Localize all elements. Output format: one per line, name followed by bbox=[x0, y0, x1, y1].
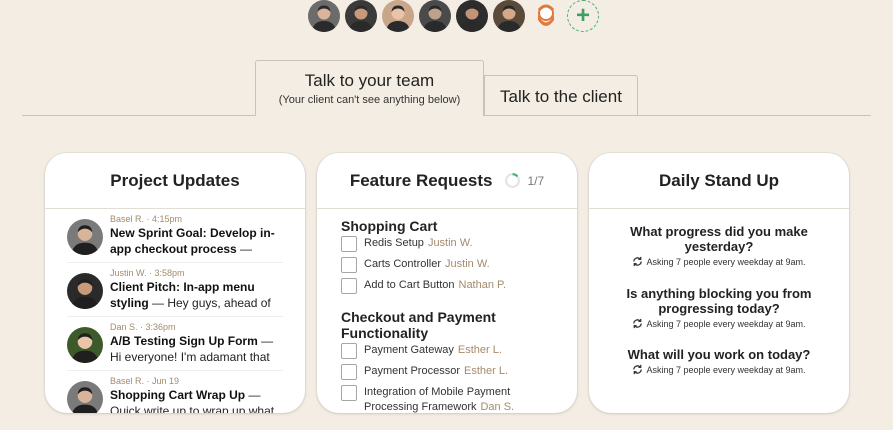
update-snippet: — bbox=[236, 242, 253, 256]
update-meta: Basel R. · Jun 19 bbox=[110, 376, 180, 386]
team-avatars: + bbox=[308, 0, 599, 32]
todo-label[interactable]: Redis Setup bbox=[364, 237, 424, 249]
daily-standup-card[interactable]: Daily Stand Up What progress did you mak… bbox=[589, 153, 849, 413]
todo-item: Carts Controller Justin W. bbox=[341, 257, 567, 273]
list-item[interactable]: Dan S. · 3:36pm A/B Testing Sign Up Form… bbox=[67, 317, 283, 371]
checkin-question[interactable]: What progress did you make yesterday? As… bbox=[599, 224, 839, 267]
card-title: Feature Requests bbox=[349, 170, 493, 190]
checkbox[interactable] bbox=[341, 364, 357, 380]
checkbox[interactable] bbox=[341, 278, 357, 294]
repeat-icon bbox=[633, 256, 643, 267]
checkbox[interactable] bbox=[341, 385, 357, 401]
todo-label[interactable]: Payment Processor bbox=[364, 365, 460, 377]
avatar bbox=[67, 327, 103, 363]
schedule-text: Asking 7 people every weekday at 9am. bbox=[646, 364, 806, 375]
checkin-question[interactable]: Is anything blocking you from progressin… bbox=[599, 286, 839, 329]
checkbox[interactable] bbox=[341, 257, 357, 273]
avatar[interactable] bbox=[493, 0, 525, 32]
question-schedule: Asking 7 people every weekday at 9am. bbox=[599, 318, 839, 329]
list-item[interactable]: Basel R. · 4:15pm New Sprint Goal: Devel… bbox=[67, 209, 283, 263]
question-schedule: Asking 7 people every weekday at 9am. bbox=[599, 364, 839, 375]
avatar[interactable] bbox=[345, 0, 377, 32]
todo-item: Payment Processor Esther L. bbox=[341, 364, 567, 380]
question-title: What will you work on today? bbox=[627, 347, 811, 362]
card-header: Feature Requests 1/7 bbox=[317, 153, 577, 209]
todo-label[interactable]: Payment Gateway bbox=[364, 344, 454, 356]
avatar bbox=[67, 381, 103, 413]
assignee[interactable]: Esther L. bbox=[458, 344, 502, 356]
todo-label[interactable]: Add to Cart Button bbox=[364, 279, 455, 291]
update-meta: Basel R. · 4:15pm bbox=[110, 214, 183, 224]
group-title: Checkout and Payment Functionality bbox=[341, 309, 496, 341]
checkbox[interactable] bbox=[341, 236, 357, 252]
checkbox[interactable] bbox=[341, 343, 357, 359]
tab-title: Talk to the client bbox=[500, 87, 622, 106]
tab-title: Talk to your team bbox=[304, 71, 435, 90]
add-person-button[interactable]: + bbox=[567, 0, 599, 32]
card-title: Project Updates bbox=[45, 153, 305, 209]
todo-item: Redis Setup Justin W. bbox=[341, 236, 567, 252]
tab-subtitle: (Your client can't see anything below) bbox=[278, 94, 461, 106]
question-title: Is anything blocking you from progressin… bbox=[626, 286, 812, 316]
assignee[interactable]: Esther L. bbox=[464, 365, 508, 377]
card-title: Daily Stand Up bbox=[589, 153, 849, 209]
list-item[interactable]: Justin W. · 3:58pm Client Pitch: In-app … bbox=[67, 263, 283, 317]
assignee[interactable]: Justin W. bbox=[445, 258, 490, 270]
repeat-icon bbox=[633, 364, 643, 375]
group-title: Shopping Cart bbox=[341, 218, 438, 234]
repeat-icon bbox=[633, 318, 643, 329]
checkin-question[interactable]: What will you work on today? Asking 7 pe… bbox=[599, 347, 839, 375]
update-meta: Dan S. · 3:36pm bbox=[110, 322, 176, 332]
avatar[interactable] bbox=[456, 0, 488, 32]
update-meta: Justin W. · 3:58pm bbox=[110, 268, 185, 278]
todo-label[interactable]: Carts Controller bbox=[364, 258, 441, 270]
updates-list: Basel R. · 4:15pm New Sprint Goal: Devel… bbox=[45, 209, 305, 413]
avatar[interactable] bbox=[308, 0, 340, 32]
feature-list: Shopping Cart Redis Setup Justin W. Carts… bbox=[317, 209, 577, 413]
schedule-text: Asking 7 people every weekday at 9am. bbox=[646, 318, 806, 329]
plus-icon: + bbox=[575, 2, 590, 29]
schedule-text: Asking 7 people every weekday at 9am. bbox=[646, 256, 806, 267]
tab-talk-to-client[interactable]: Talk to the client bbox=[484, 75, 638, 115]
question-title: What progress did you make yesterday? bbox=[630, 224, 808, 254]
update-snippet: — Hey guys, ahead of bbox=[148, 296, 271, 310]
todo-item: Add to Cart Button Nathan P. bbox=[341, 278, 567, 294]
assignee[interactable]: Justin W. bbox=[428, 237, 473, 249]
avatar bbox=[67, 219, 103, 255]
avatar[interactable] bbox=[530, 0, 562, 32]
progress-count: 1/7 bbox=[527, 173, 545, 188]
project-updates-card[interactable]: Project Updates Basel R. · 4:15pm New Sp… bbox=[45, 153, 305, 413]
questions-list: What progress did you make yesterday? As… bbox=[589, 209, 849, 413]
assignee[interactable]: Nathan P. bbox=[459, 279, 507, 291]
update-title: Shopping Cart Wrap Up bbox=[110, 388, 246, 402]
avatar[interactable] bbox=[419, 0, 451, 32]
assignee[interactable]: Dan S. bbox=[480, 401, 514, 413]
question-schedule: Asking 7 people every weekday at 9am. bbox=[599, 256, 839, 267]
list-item[interactable]: Basel R. · Jun 19 Shopping Cart Wrap Up … bbox=[67, 371, 283, 413]
tab-talk-to-team[interactable]: Talk to your team (Your client can't see… bbox=[255, 60, 484, 116]
feature-requests-card[interactable]: Feature Requests 1/7 Shopping Cart Redis… bbox=[317, 153, 577, 413]
todo-item: Payment Gateway Esther L. bbox=[341, 343, 567, 359]
update-title: A/B Testing Sign Up Form bbox=[110, 334, 258, 348]
avatar[interactable] bbox=[382, 0, 414, 32]
todo-item: Integration of Mobile Payment Processing… bbox=[341, 385, 536, 413]
progress-ring-icon bbox=[505, 173, 521, 188]
avatar bbox=[67, 273, 103, 309]
